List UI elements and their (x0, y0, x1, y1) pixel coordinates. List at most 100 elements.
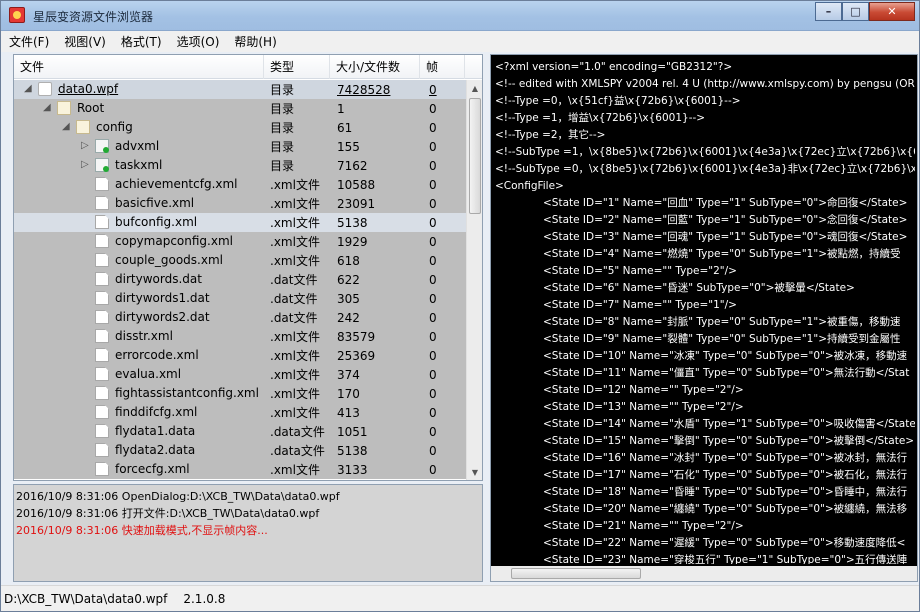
table-row[interactable]: basicfive.xml .xml文件 23091 0 (14, 194, 466, 213)
table-row[interactable]: forcecfg.xml .xml文件 3133 0 (14, 460, 466, 479)
table-row[interactable]: bufconfig.xml .xml文件 5138 0 (14, 213, 466, 232)
cell-name: achievementcfg.xml (14, 175, 264, 194)
expanded-arrow-icon[interactable]: ◢ (62, 121, 70, 132)
cell-name: dirtywords1.dat (14, 289, 264, 308)
horizontal-scrollbar[interactable] (491, 566, 917, 581)
table-row[interactable]: finddifcfg.xml .xml文件 413 0 (14, 403, 466, 422)
table-row[interactable]: flydata2.data .data文件 5138 0 (14, 441, 466, 460)
file-name: Root (77, 101, 105, 115)
status-version: 2.1.0.8 (183, 591, 226, 606)
title-bar[interactable]: 星辰变资源文件浏览器 – □ ✕ (1, 1, 919, 31)
xml-line: <State ID="3" Name="回魂" Type="1" SubType… (543, 231, 908, 243)
file-type: .xml文件 (270, 368, 320, 382)
minimize-button[interactable]: – (815, 2, 842, 21)
file-tree-list[interactable]: 文件 类型 大小/文件数 帧 ◢ data0.wpf 目录 7428528 0 ◢ Root… (13, 54, 483, 481)
file-icon (95, 367, 109, 381)
scroll-down-icon[interactable]: ▼ (467, 464, 482, 480)
collapsed-arrow-icon[interactable]: ▷ (81, 140, 89, 151)
file-size: 61 (337, 120, 353, 135)
file-name: evalua.xml (115, 367, 182, 381)
menu-options[interactable]: 选项(O) (177, 33, 220, 50)
file-name: config (96, 120, 133, 134)
folder-icon (57, 101, 71, 115)
table-row[interactable]: achievementcfg.xml .xml文件 10588 0 (14, 175, 466, 194)
cell-name: flydata2.data (14, 441, 264, 460)
menu-view[interactable]: 视图(V) (64, 33, 106, 50)
scroll-up-icon[interactable]: ▲ (467, 80, 482, 96)
file-type: .xml文件 (270, 235, 320, 249)
xml-line: <State ID="2" Name="回藍" Type="1" SubType… (543, 214, 908, 226)
menu-help[interactable]: 帮助(H) (234, 33, 276, 50)
file-name: dirtywords1.dat (115, 291, 210, 305)
file-size: 170 (337, 386, 360, 401)
table-row[interactable]: dirtywords1.dat .dat文件 305 0 (14, 289, 466, 308)
file-type: 目录 (270, 102, 295, 116)
scroll-thumb[interactable] (469, 98, 481, 214)
file-name: disstr.xml (115, 329, 173, 343)
horizontal-scroll-thumb[interactable] (511, 568, 641, 579)
file-type: .xml文件 (270, 387, 320, 401)
xml-line: <State ID="12" Name="" Type="2"/> (543, 384, 744, 396)
file-type: .xml文件 (270, 216, 320, 230)
file-type: 目录 (270, 121, 295, 135)
table-row[interactable]: disstr.xml .xml文件 83579 0 (14, 327, 466, 346)
frame-count: 0 (429, 196, 437, 211)
expanded-arrow-icon[interactable]: ◢ (43, 102, 51, 113)
table-row[interactable]: dirtywords.dat .dat文件 622 0 (14, 270, 466, 289)
maximize-button[interactable]: □ (842, 2, 869, 21)
log-line: 2016/10/9 8:31:06 OpenDialog:D:\XCB_TW\D… (16, 490, 340, 503)
table-row[interactable]: dirtywords2.dat .dat文件 242 0 (14, 308, 466, 327)
file-size: 413 (337, 405, 360, 420)
table-row[interactable]: ▷ taskxml 目录 7162 0 (14, 156, 466, 175)
collapsed-arrow-icon[interactable]: ▷ (81, 159, 89, 170)
file-size: 622 (337, 272, 360, 287)
table-row[interactable]: ◢ data0.wpf 目录 7428528 0 (14, 80, 466, 99)
xml-line: <State ID="22" Name="遲緩" Type="0" SubTyp… (543, 537, 906, 549)
table-row[interactable]: copymapconfig.xml .xml文件 1929 0 (14, 232, 466, 251)
xml-line: <State ID="21" Name="" Type="2"/> (543, 520, 744, 532)
table-row[interactable]: fightassistantconfig.xml .xml文件 170 0 (14, 384, 466, 403)
file-size: 618 (337, 253, 360, 268)
table-row[interactable]: errorcode.xml .xml文件 25369 0 (14, 346, 466, 365)
vertical-scrollbar[interactable]: ▲ ▼ (466, 80, 482, 480)
cell-name: ▷ taskxml (14, 156, 264, 175)
xml-line: <State ID="20" Name="纏繞" Type="0" SubTyp… (543, 503, 908, 515)
table-row[interactable]: ◢ config 目录 61 0 (14, 118, 466, 137)
green-folder-icon (95, 139, 109, 153)
column-header-file[interactable]: 文件 (14, 55, 264, 79)
file-icon (95, 443, 109, 457)
expanded-arrow-icon[interactable]: ◢ (24, 83, 32, 94)
file-icon (95, 196, 109, 210)
file-icon (95, 253, 109, 267)
file-name: flydata1.data (115, 424, 196, 438)
frame-count: 0 (429, 158, 437, 173)
file-size: 1 (337, 101, 345, 116)
menu-format[interactable]: 格式(T) (121, 33, 162, 50)
cell-name: copymapconfig.xml (14, 232, 264, 251)
file-type: .dat文件 (270, 311, 318, 325)
file-icon (95, 272, 109, 286)
xml-line: <State ID="1" Name="回血" Type="1" SubType… (543, 197, 908, 209)
frame-count: 0 (429, 386, 437, 401)
xml-line: <State ID="15" Name="擊倒" Type="0" SubTyp… (543, 435, 915, 447)
menu-file[interactable]: 文件(F) (9, 33, 49, 50)
list-header: 文件 类型 大小/文件数 帧 (14, 55, 482, 79)
column-header-size[interactable]: 大小/文件数 (330, 55, 420, 79)
file-name: advxml (115, 139, 160, 153)
file-type: .xml文件 (270, 406, 320, 420)
file-name: data0.wpf (58, 82, 119, 96)
table-row[interactable]: ◢ Root 目录 1 0 (14, 99, 466, 118)
column-header-type[interactable]: 类型 (264, 55, 330, 79)
table-row[interactable]: couple_goods.xml .xml文件 618 0 (14, 251, 466, 270)
table-row[interactable]: evalua.xml .xml文件 374 0 (14, 365, 466, 384)
column-header-frames[interactable]: 帧 (420, 55, 465, 79)
file-icon (95, 462, 109, 476)
frame-count: 0 (429, 120, 437, 135)
cell-name: errorcode.xml (14, 346, 264, 365)
close-button[interactable]: ✕ (869, 2, 915, 21)
table-row[interactable]: flydata1.data .data文件 1051 0 (14, 422, 466, 441)
table-row[interactable]: ▷ advxml 目录 155 0 (14, 137, 466, 156)
xml-preview-pane[interactable]: <?xml version="1.0" encoding="GB2312"?> <… (490, 54, 918, 582)
file-size: 305 (337, 291, 360, 306)
log-line-error: 2016/10/9 8:31:06 快速加载模式,不显示帧内容... (16, 524, 268, 537)
